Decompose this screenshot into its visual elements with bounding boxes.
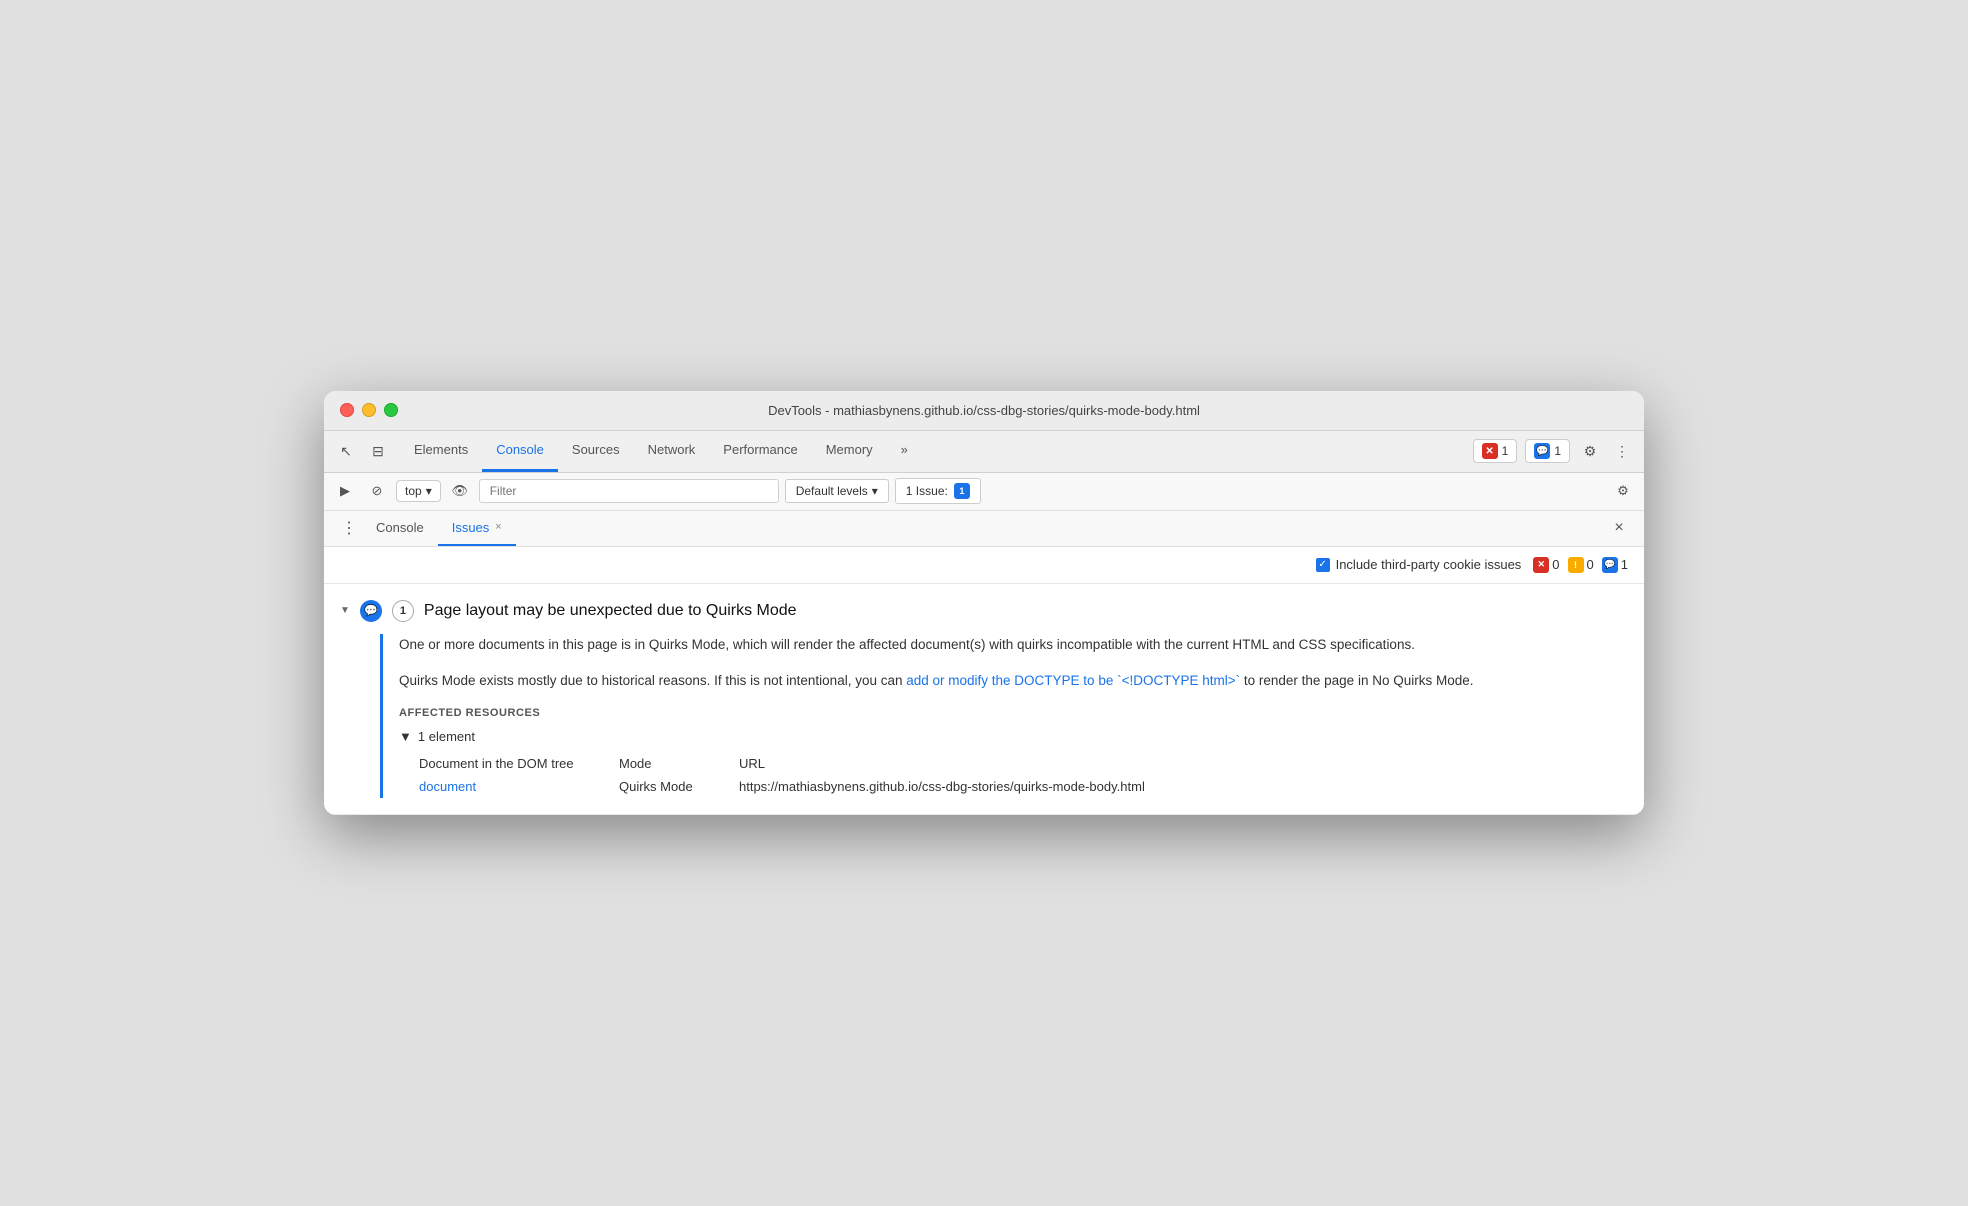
- expand-icon[interactable]: ▼: [340, 605, 350, 616]
- secondary-toolbar: ▶ ⊘ top ▾ 👁 Default levels ▾ 1 Issue: 1 …: [324, 473, 1644, 511]
- message-badge-button[interactable]: 💬 1: [1525, 439, 1570, 463]
- eye-button[interactable]: 👁: [447, 478, 473, 504]
- run-button[interactable]: ▶: [332, 478, 358, 504]
- gear-icon: ⚙: [1584, 443, 1597, 460]
- panel-tabs: ⋮ Console Issues × ×: [324, 511, 1644, 547]
- warn-count: ! 0: [1568, 557, 1594, 573]
- issue-type-badge: 💬: [360, 600, 382, 622]
- resource-doc-link[interactable]: document: [419, 779, 619, 794]
- play-icon: ▶: [340, 483, 350, 499]
- clear-icon: ⊘: [372, 483, 383, 499]
- devtools-main-toolbar: ↖ ⊟ Elements Console Sources Network Per…: [324, 431, 1644, 473]
- col-header-mode: Mode: [619, 756, 739, 771]
- gear-icon: ⚙: [1617, 483, 1629, 499]
- checkbox-checked-icon: ✓: [1316, 558, 1330, 572]
- device-toolbar-button[interactable]: ⊟: [364, 437, 392, 465]
- chevron-down-icon: ▾: [426, 484, 432, 498]
- issue-title: Page layout may be unexpected due to Qui…: [424, 602, 797, 620]
- eye-icon: 👁: [451, 483, 468, 499]
- col-header-url: URL: [739, 756, 1644, 771]
- issue-title-row: ▼ 💬 1 Page layout may be unexpected due …: [340, 600, 1628, 622]
- minimize-button[interactable]: [362, 403, 376, 417]
- issue-item-quirks-mode: ▼ 💬 1 Page layout may be unexpected due …: [324, 584, 1644, 815]
- clear-button[interactable]: ⊘: [364, 478, 390, 504]
- issue-description-1: One or more documents in this page is in…: [399, 634, 1628, 656]
- issues-count-button[interactable]: 1 Issue: 1: [895, 478, 981, 504]
- col-header-doc: Document in the DOM tree: [419, 756, 619, 771]
- issue-count-badge: 1: [392, 600, 414, 622]
- more-options-button[interactable]: ⋮: [1608, 437, 1636, 465]
- info-count: 💬 1: [1602, 557, 1628, 573]
- close-panel-button[interactable]: ×: [1606, 515, 1632, 541]
- close-tab-icon[interactable]: ×: [495, 521, 501, 533]
- tab-memory[interactable]: Memory: [812, 430, 887, 472]
- info-badge-count: 💬: [1602, 557, 1618, 573]
- issues-header: ✓ Include third-party cookie issues ✕ 0 …: [324, 547, 1644, 584]
- error-badge-button[interactable]: ✕ 1: [1473, 439, 1518, 463]
- message-icon: 💬: [1534, 443, 1550, 459]
- tab-performance[interactable]: Performance: [709, 430, 811, 472]
- error-count: ✕ 0: [1533, 557, 1559, 573]
- main-tab-list: Elements Console Sources Network Perform…: [400, 431, 922, 472]
- tab-elements[interactable]: Elements: [400, 430, 482, 472]
- third-party-checkbox-label[interactable]: ✓ Include third-party cookie issues: [1316, 557, 1522, 572]
- context-selector[interactable]: top ▾: [396, 480, 441, 502]
- resource-table-header: Document in the DOM tree Mode URL: [419, 752, 1644, 775]
- issue-description-2: Quirks Mode exists mostly due to histori…: [399, 670, 1628, 692]
- resource-url: https://mathiasbynens.github.io/css-dbg-…: [739, 779, 1644, 794]
- tab-console[interactable]: Console: [482, 430, 558, 472]
- maximize-button[interactable]: [384, 403, 398, 417]
- window-title: DevTools - mathiasbynens.github.io/css-d…: [768, 403, 1200, 418]
- cursor-icon: ↖: [340, 443, 352, 460]
- panel-menu-button[interactable]: ⋮: [336, 515, 362, 541]
- affected-resources-label: AFFECTED RESOURCES: [399, 707, 1628, 719]
- default-levels-button[interactable]: Default levels ▾: [785, 479, 889, 503]
- panel-tab-console[interactable]: Console: [362, 510, 438, 546]
- title-bar: DevTools - mathiasbynens.github.io/css-d…: [324, 391, 1644, 431]
- close-button[interactable]: [340, 403, 354, 417]
- tab-more[interactable]: »: [887, 430, 922, 472]
- settings-button[interactable]: ⚙: [1576, 437, 1604, 465]
- info-badge: 1: [954, 483, 970, 499]
- chevron-down-icon: ▾: [872, 484, 878, 498]
- resource-table: Document in the DOM tree Mode URL docume…: [419, 752, 1644, 798]
- tab-sources[interactable]: Sources: [558, 430, 634, 472]
- panel-area: ⋮ Console Issues × × ✓ Include third-par…: [324, 511, 1644, 815]
- issue-count-group: ✕ 0 ! 0 💬 1: [1533, 557, 1628, 573]
- doctype-link[interactable]: add or modify the DOCTYPE to be `<!DOCTY…: [906, 673, 1240, 688]
- console-settings-button[interactable]: ⚙: [1610, 478, 1636, 504]
- error-badge: ✕: [1533, 557, 1549, 573]
- tab-network[interactable]: Network: [634, 430, 710, 472]
- element-count-label: 1 element: [418, 729, 475, 744]
- issue-body: One or more documents in this page is in…: [380, 634, 1628, 798]
- resource-table-row: document Quirks Mode https://mathiasbyne…: [419, 775, 1644, 798]
- tree-chevron-icon[interactable]: ▼: [399, 729, 412, 744]
- inspect-element-button[interactable]: ↖: [332, 437, 360, 465]
- resource-tree: ▼ 1 element Document in the DOM tree Mod…: [399, 729, 1628, 798]
- layers-icon: ⊟: [372, 443, 384, 460]
- panel-tab-issues[interactable]: Issues ×: [438, 510, 516, 546]
- error-icon: ✕: [1482, 443, 1498, 459]
- affected-resources: AFFECTED RESOURCES ▼ 1 element Document …: [399, 707, 1628, 798]
- resource-mode: Quirks Mode: [619, 779, 739, 794]
- devtools-window: DevTools - mathiasbynens.github.io/css-d…: [324, 391, 1644, 815]
- filter-input[interactable]: [479, 479, 779, 503]
- traffic-lights: [340, 403, 398, 417]
- vertical-dots-icon: ⋮: [1615, 443, 1629, 460]
- element-count-row: ▼ 1 element: [399, 729, 1628, 744]
- warn-badge: !: [1568, 557, 1584, 573]
